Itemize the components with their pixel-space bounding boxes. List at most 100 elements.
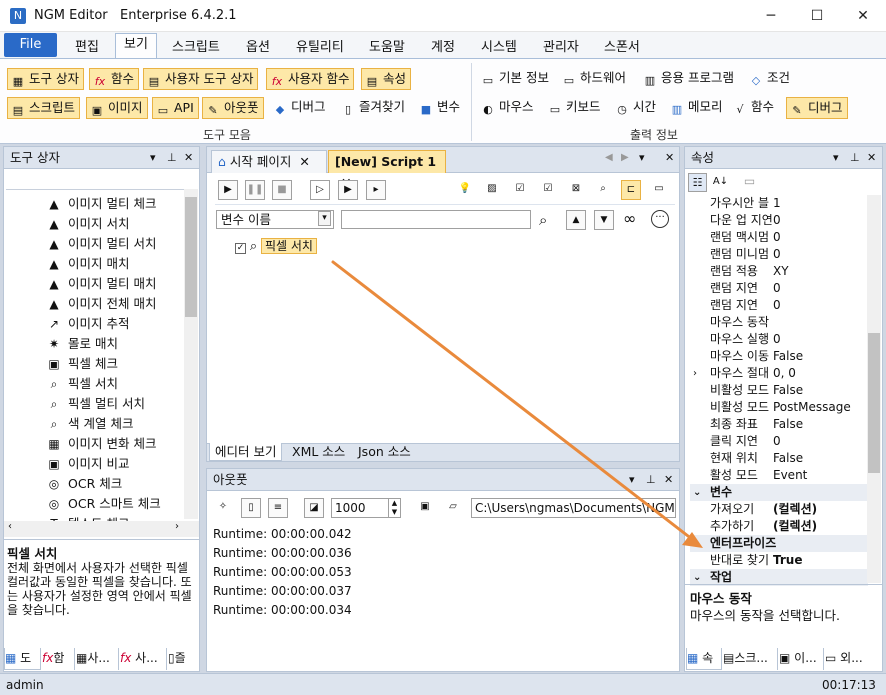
ribbon-user-function-button[interactable]: fx 사용자 함수 [266, 68, 355, 90]
property-row[interactable]: 랜덤 적용 XY [690, 263, 868, 280]
ribbon-basic-info-button[interactable]: ▭ 기본 정보 [478, 68, 553, 90]
property-value[interactable]: 0 [773, 229, 781, 246]
maximize-button[interactable]: ☐ [794, 0, 840, 32]
toolbox-item[interactable]: ▲ 이미지 멀티 매치 [4, 274, 199, 294]
ribbon-function-info-button[interactable]: √ 함수 [730, 97, 778, 119]
infinity-icon[interactable]: ∞ [623, 209, 636, 228]
property-pages-icon[interactable]: ▭ [740, 173, 759, 192]
toolbox-bottom-tab-4[interactable]: fx 사... [120, 648, 167, 670]
ribbon-function-button[interactable]: fx 함수 [89, 68, 140, 90]
ribbon-image-button[interactable]: ▣ 이미지 [86, 97, 148, 119]
editor-close-icon[interactable]: ✕ [665, 151, 674, 164]
property-value[interactable]: 0 [773, 212, 781, 229]
property-value[interactable]: 0 [773, 280, 781, 297]
menu-tab-help[interactable]: 도움말 [369, 36, 405, 55]
ribbon-debug-info-button[interactable]: ✎ 디버그 [786, 97, 848, 119]
menu-tab-options[interactable]: 옵션 [246, 36, 270, 55]
property-row[interactable]: 마우스 실행 0 [690, 331, 868, 348]
panel-pin-icon[interactable]: ⊥ [167, 147, 177, 169]
tab-xml-source[interactable]: XML 소스 [292, 444, 345, 459]
menu-tab-account[interactable]: 계정 [431, 36, 455, 55]
toolbox-item[interactable]: ⌕ 색 계열 체크 [4, 414, 199, 434]
toolbox-item[interactable]: ▲ 이미지 전체 매치 [4, 294, 199, 314]
toolbox-item[interactable]: ▣ 이미지 비교 [4, 454, 199, 474]
more-options-icon[interactable]: ··· [651, 210, 669, 228]
property-row[interactable]: 랜덤 지연 0 [690, 280, 868, 297]
run-from-button[interactable]: ▸ [366, 180, 386, 200]
tab-scroll-left-icon[interactable]: ◀ [605, 152, 613, 163]
toolbox-bottom-tab-2[interactable]: fx함 [42, 648, 75, 670]
panel-pin-icon[interactable]: ⊥ [646, 469, 656, 491]
property-value[interactable]: False [773, 450, 803, 467]
prop-bottom-tab-1[interactable]: ▦ 속 [686, 648, 722, 670]
property-value[interactable]: PostMessage [773, 399, 851, 416]
copy-icon[interactable]: ▯ [241, 498, 261, 518]
move-down-button[interactable]: ▼ [594, 210, 614, 230]
search-icon[interactable]: ⌕ [593, 180, 613, 200]
menu-tab-script[interactable]: 스크립트 [172, 36, 220, 55]
properties-scrollbar[interactable] [867, 195, 881, 583]
property-row[interactable]: 마우스 동작 [690, 314, 868, 331]
property-row[interactable]: 가우시안 블1 [690, 195, 868, 212]
property-value[interactable]: XY [773, 263, 789, 280]
property-row[interactable]: 비활성 모드 False [690, 382, 868, 399]
property-row[interactable]: 랜덤 미니멈 0 [690, 246, 868, 263]
close-window-button[interactable]: ✕ [840, 0, 886, 32]
ribbon-user-toolbox-button[interactable]: ▤ 사용자 도구 상자 [143, 68, 259, 90]
toolbox-item[interactable]: ▲ 이미지 멀티 체크 [4, 194, 199, 214]
toolbox-item[interactable]: ✷ 몰로 매치 [4, 334, 199, 354]
search-variable-icon[interactable]: ⌕ [539, 211, 547, 229]
ribbon-variable-button[interactable]: ■ 변수 [416, 97, 464, 119]
property-row[interactable]: 현재 위치 False [690, 450, 868, 467]
ribbon-api-button[interactable]: ▭ API [152, 97, 199, 119]
toolbox-item[interactable]: ▲ 이미지 서치 [4, 214, 199, 234]
property-value[interactable]: (컬렉션) [773, 501, 817, 518]
toolbox-item[interactable]: ↗ 이미지 추적 [4, 314, 199, 334]
wand-icon[interactable]: ✧ [213, 498, 233, 518]
tab-close-icon[interactable]: ✕ [299, 154, 309, 169]
expand-icon[interactable]: › [693, 365, 697, 382]
property-value[interactable]: 0 [773, 297, 781, 314]
property-value[interactable]: True [773, 552, 802, 569]
ribbon-keyboard-button[interactable]: ▭ 키보드 [545, 97, 605, 119]
check-icon[interactable]: ☑ [538, 180, 558, 200]
menu-tab-utility[interactable]: 유틸리티 [296, 36, 344, 55]
property-value[interactable]: 0, 0 [773, 365, 796, 382]
variable-select[interactable]: 변수 이름 ▾ [216, 210, 334, 229]
lightbulb-icon[interactable]: 💡 [455, 180, 475, 200]
panel-pin-icon[interactable]: ⊥ [850, 147, 860, 169]
menu-tab-view[interactable]: 보기 [115, 33, 157, 58]
alphabetical-sort-icon[interactable]: A↓ [711, 173, 730, 192]
panel-close-icon[interactable]: ✕ [867, 147, 876, 169]
property-category[interactable]: ⌄ 엔터프라이즈 [690, 535, 868, 552]
menu-tab-sponsor[interactable]: 스폰서 [604, 36, 640, 55]
panel-dropdown-icon[interactable]: ▾ [629, 469, 635, 491]
property-value[interactable]: 0 [773, 246, 781, 263]
delete-icon[interactable]: ⊠ [566, 180, 586, 200]
panel-dropdown-icon[interactable]: ▾ [150, 147, 156, 169]
ribbon-output-button[interactable]: ✎ 아웃풋 [202, 97, 264, 119]
minimize-button[interactable]: ─ [748, 0, 794, 32]
property-row[interactable]: 랜덤 맥시멈 0 [690, 229, 868, 246]
property-value[interactable]: False [773, 416, 803, 433]
property-row[interactable]: 다운 업 지연 0 [690, 212, 868, 229]
toolbox-item[interactable]: ◎ OCR 체크 [4, 474, 199, 494]
property-row[interactable]: 활성 모드 Event [690, 467, 868, 484]
image-edit-icon[interactable]: ▨ [482, 180, 502, 200]
property-row[interactable]: 가져오기 (컬렉션) [690, 501, 868, 518]
check-all-icon[interactable]: ☑ [510, 180, 530, 200]
toolbox-search-input[interactable] [6, 172, 197, 190]
toolbox-item[interactable]: ⌕ 픽셀 멀티 서치 [4, 394, 199, 414]
ribbon-hardware-button[interactable]: ▭ 하드웨어 [559, 68, 630, 90]
tab-script-1[interactable]: [New] Script 1 ✕ [328, 150, 446, 190]
toolbox-scrollbar[interactable] [184, 189, 198, 519]
property-row[interactable]: 비활성 모드 PostMessage [690, 399, 868, 416]
property-value[interactable]: 0 [773, 433, 781, 450]
tab-json-source[interactable]: Json 소스 [358, 444, 411, 459]
ribbon-favorites-button[interactable]: ▯ 즐겨찾기 [338, 97, 409, 119]
line-count-stepper[interactable]: 1000 ▲ ▼ [331, 498, 401, 518]
list-icon[interactable]: ≡ [268, 498, 288, 518]
tab-start-page[interactable]: ⌂ 시작 페이지 ✕ [211, 150, 327, 173]
pause-button[interactable]: ❚❚ [245, 180, 265, 200]
toolbox-bottom-tab-3[interactable]: ▦사... [76, 648, 119, 670]
